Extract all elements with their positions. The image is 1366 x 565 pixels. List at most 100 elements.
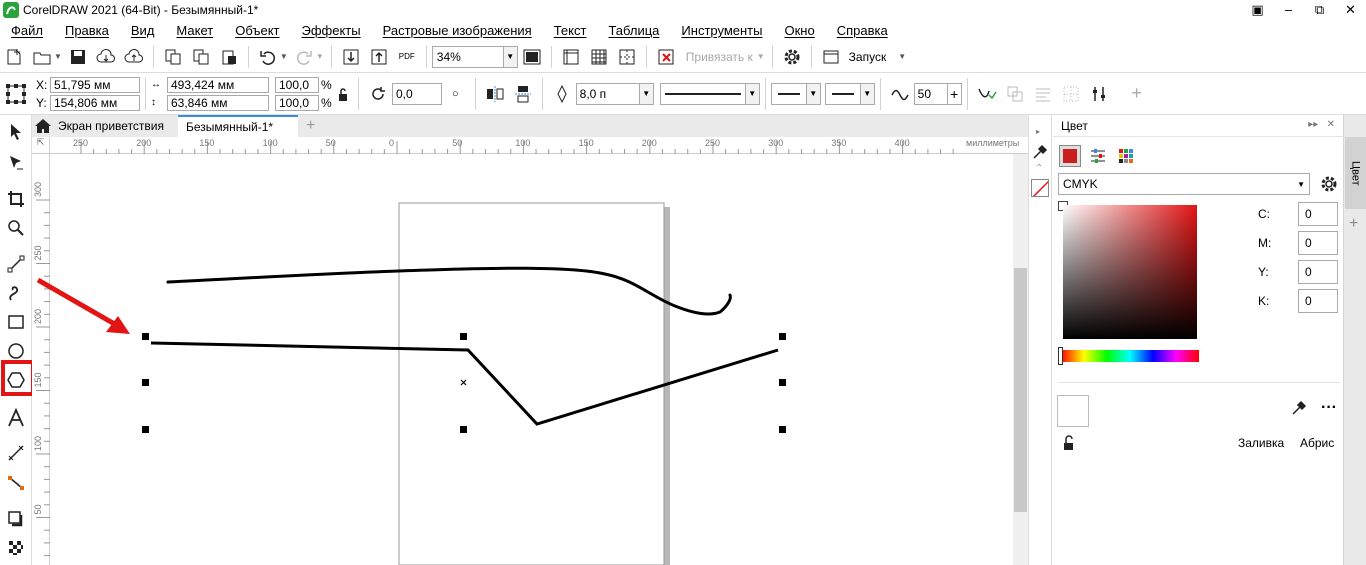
docker-gear-icon[interactable] [1319, 174, 1339, 197]
menu-view[interactable]: Вид [120, 23, 166, 38]
artistic-media-tool-icon[interactable] [4, 281, 28, 305]
start-arrowhead-select[interactable]: ▼ [770, 82, 821, 105]
close-button[interactable]: ✕ [1335, 2, 1366, 18]
open-dropdown-icon[interactable]: ▼ [54, 52, 62, 61]
color-palettes-icon[interactable] [1115, 145, 1137, 167]
show-grid-icon[interactable] [587, 45, 611, 69]
width-input[interactable]: 493,424 мм [167, 76, 269, 93]
color-viewers-icon[interactable] [1059, 145, 1081, 167]
show-guidelines-icon[interactable] [615, 45, 639, 69]
polygon-tool-icon[interactable] [4, 368, 28, 392]
freehand-tool-icon[interactable] [4, 252, 28, 276]
open-folder-icon[interactable] [30, 45, 54, 69]
ruler-origin[interactable]: ⇱ [32, 137, 50, 154]
color-model-select[interactable]: CMYK ▼ [1058, 173, 1310, 195]
y-position-input[interactable]: 154,806 мм [50, 94, 140, 111]
mirror-vertical-icon[interactable] [511, 82, 535, 106]
restore-button[interactable]: ⧉ [1304, 2, 1335, 18]
end-arrowhead-select[interactable]: ▼ [824, 82, 875, 105]
menu-window[interactable]: Окно [773, 23, 825, 38]
transparency-tool-icon[interactable] [4, 536, 28, 560]
outline-width-select[interactable]: 8,0 п ▼ [575, 82, 654, 105]
launch-menu[interactable]: Запуск [849, 50, 887, 64]
menu-layout[interactable]: Макет [165, 23, 224, 38]
copy-icon[interactable] [189, 45, 213, 69]
hue-slider[interactable] [1061, 350, 1199, 362]
yellow-input[interactable]: 0 [1298, 260, 1338, 284]
snap-to-dropdown[interactable]: Привязать к [686, 50, 753, 64]
scale-y-input[interactable]: 100,0 [275, 94, 319, 111]
trim-icon[interactable] [1003, 82, 1027, 106]
palette-chevron-up-icon[interactable]: ⌃ [1035, 163, 1043, 174]
docker-controls[interactable]: ▸▸ ✕ [1308, 119, 1335, 130]
menu-edit[interactable]: Правка [54, 23, 120, 38]
snap-off-icon[interactable] [654, 45, 678, 69]
show-rulers-icon[interactable] [559, 45, 583, 69]
menu-file[interactable]: Файл [0, 23, 54, 38]
cloud-download-icon[interactable] [94, 45, 118, 69]
magenta-input[interactable]: 0 [1298, 231, 1338, 255]
more-options-icon[interactable]: ··· [1321, 399, 1337, 417]
add-toolbar-item-icon[interactable]: + [1125, 82, 1149, 106]
launch-dropdown-icon[interactable]: ▼ [898, 52, 906, 61]
full-screen-icon[interactable] [520, 45, 544, 69]
export-icon[interactable] [367, 45, 391, 69]
chevron-down-icon[interactable]: ▼ [638, 83, 653, 104]
convert-to-bitmap-icon[interactable] [1059, 82, 1083, 106]
docker-eyedropper-icon[interactable] [1291, 400, 1307, 419]
shape-tool-icon[interactable] [4, 151, 28, 175]
zoom-tool-icon[interactable] [4, 216, 28, 240]
drawing-canvas[interactable] [50, 154, 1013, 565]
line-style-select[interactable]: ▼ [659, 82, 760, 105]
pick-tool-icon[interactable] [4, 120, 28, 144]
save-icon[interactable] [66, 45, 90, 69]
text-tool-icon[interactable] [4, 406, 28, 430]
cut-icon[interactable] [161, 45, 185, 69]
vertical-ruler[interactable]: 300 250 200 150 100 50 [32, 154, 50, 565]
chevron-down-icon[interactable]: ▼ [805, 83, 820, 104]
align-distribute-icon[interactable] [1087, 82, 1111, 106]
menu-help[interactable]: Справка [826, 23, 899, 38]
scrollbar-thumb[interactable] [1014, 268, 1027, 512]
paste-icon[interactable] [217, 45, 241, 69]
tab-welcome-screen[interactable]: Экран приветствия [32, 115, 172, 137]
vertical-scrollbar[interactable] [1013, 154, 1028, 565]
object-origin-icon[interactable] [4, 82, 28, 106]
publish-pdf-icon[interactable]: PDF [395, 45, 419, 69]
menu-text[interactable]: Текст [543, 23, 598, 38]
chevron-down-icon[interactable]: ▼ [502, 46, 517, 67]
wrap-text-icon[interactable] [1031, 82, 1055, 106]
menu-effects[interactable]: Эффекты [291, 23, 372, 38]
height-input[interactable]: 63,846 мм [167, 94, 269, 111]
cyan-input[interactable]: 0 [1298, 202, 1338, 226]
scale-x-input[interactable]: 100,0 [275, 76, 319, 93]
menu-tools[interactable]: Инструменты [670, 23, 773, 38]
add-docker-icon[interactable]: + [1349, 215, 1358, 233]
new-document-icon[interactable] [2, 45, 26, 69]
smoothing-input[interactable]: 50 + [913, 82, 962, 105]
snap-dropdown-icon[interactable]: ▼ [757, 52, 765, 61]
menu-table[interactable]: Таблица [597, 23, 670, 38]
add-tab-button[interactable]: + [298, 115, 323, 137]
redo-icon[interactable] [292, 45, 316, 69]
crop-tool-icon[interactable] [4, 187, 28, 211]
parallel-dimension-tool-icon[interactable] [4, 441, 28, 465]
black-input[interactable]: 0 [1298, 289, 1338, 313]
mirror-horizontal-icon[interactable] [483, 82, 507, 106]
undo-dropdown-icon[interactable]: ▼ [280, 52, 288, 61]
drop-shadow-tool-icon[interactable] [4, 507, 28, 531]
rotation-input[interactable]: 0,0 [392, 82, 442, 105]
redo-dropdown-icon[interactable]: ▼ [316, 52, 324, 61]
cloud-upload-icon[interactable] [122, 45, 146, 69]
menu-object[interactable]: Объект [224, 23, 290, 38]
close-curve-icon[interactable] [975, 82, 999, 106]
no-color-swatch[interactable] [1031, 179, 1049, 197]
hue-slider-handle[interactable] [1058, 347, 1063, 365]
chevron-down-icon[interactable]: ▼ [859, 83, 874, 104]
tab-document[interactable]: Безымянный-1* [178, 115, 299, 137]
rectangle-tool-icon[interactable] [4, 310, 28, 334]
lock-ratio-icon[interactable] [335, 82, 351, 106]
import-icon[interactable] [339, 45, 363, 69]
undo-icon[interactable] [256, 45, 280, 69]
color-picker-area[interactable] [1063, 205, 1197, 339]
